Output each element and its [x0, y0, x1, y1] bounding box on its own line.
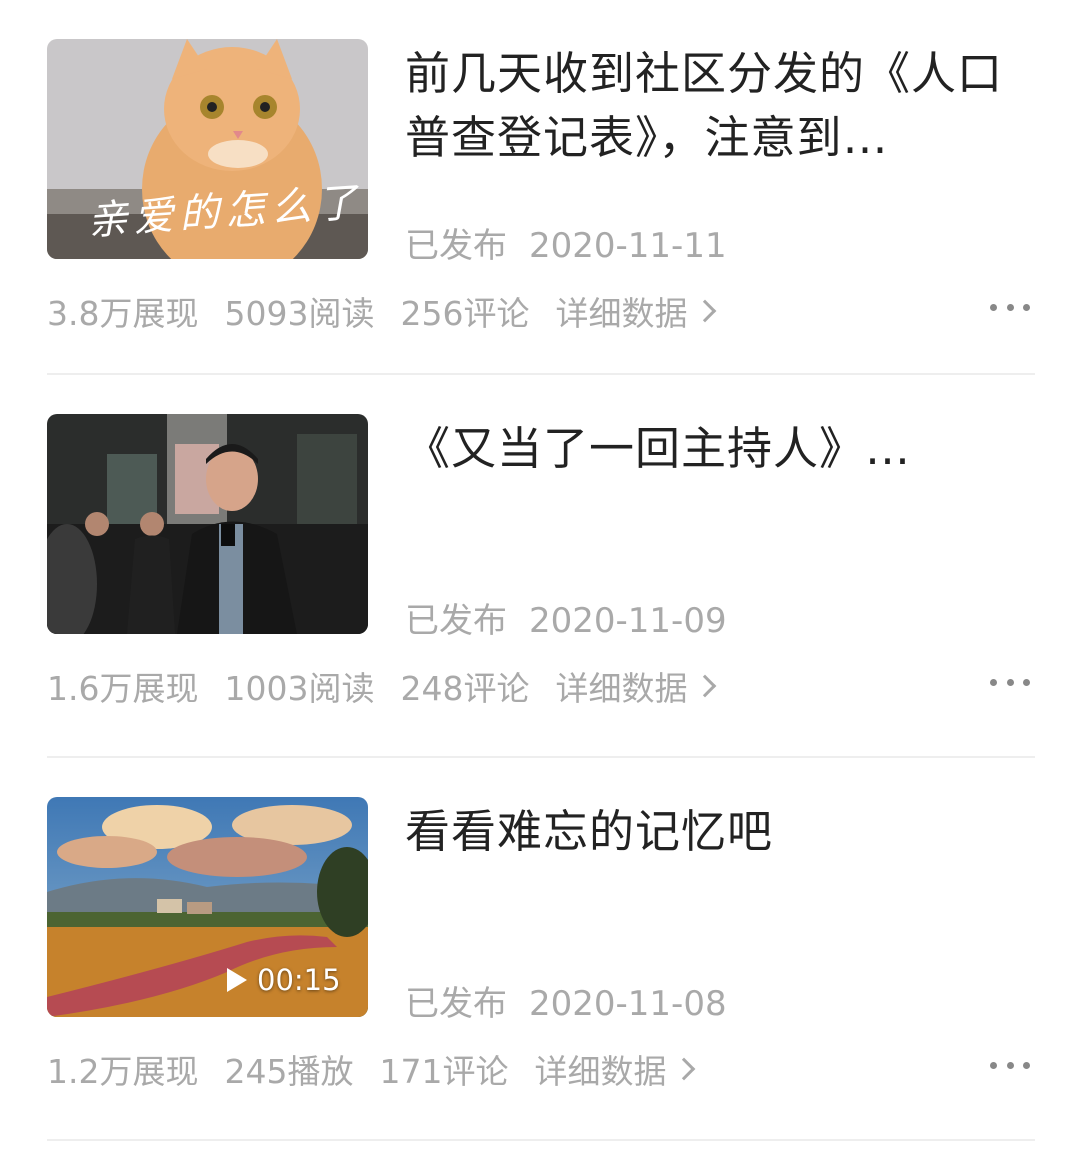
impressions-count: 1.2万展现 — [47, 1052, 199, 1091]
article-thumbnail[interactable] — [47, 414, 368, 634]
chevron-right-icon — [673, 1057, 696, 1081]
article-item[interactable]: 00:15 看看难忘的记忆吧 已发布 2020-11-08 1.2万展现 245播… — [0, 758, 1080, 1141]
article-item[interactable]: 《又当了一回主持人》… 已发布 2020-11-09 1.6万展现 1003阅读 … — [0, 375, 1080, 758]
article-title[interactable]: 看看难忘的记忆吧 — [405, 800, 1005, 864]
dot-icon — [1006, 678, 1014, 686]
status-label: 已发布 — [405, 984, 507, 1024]
impressions-count: 1.6万展现 — [47, 669, 199, 708]
reads-count: 5093阅读 — [224, 294, 375, 333]
impressions-count: 3.8万展现 — [47, 294, 199, 333]
video-duration: 00:15 — [257, 963, 341, 997]
detail-data-link[interactable]: 详细数据 — [555, 662, 717, 710]
comments-count: 256评论 — [400, 294, 530, 333]
more-options-button[interactable] — [990, 292, 1030, 322]
more-options-button[interactable] — [990, 667, 1030, 697]
dot-icon — [990, 678, 997, 686]
publish-date: 2020-11-08 — [529, 984, 727, 1024]
article-meta: 已发布 2020-11-08 — [405, 976, 727, 1025]
dot-icon — [1023, 678, 1030, 686]
dot-icon — [990, 1061, 997, 1069]
detail-data-link[interactable]: 详细数据 — [555, 287, 717, 335]
article-stats: 1.2万展现 245播放 171评论 详细数据 — [47, 1044, 1040, 1094]
article-meta: 已发布 2020-11-11 — [405, 218, 727, 267]
detail-data-link[interactable]: 详细数据 — [534, 1045, 696, 1093]
chevron-right-icon — [694, 299, 717, 323]
man-selfie-photo-icon — [47, 414, 368, 634]
article-item[interactable]: 亲爱的怎么了 前几天收到社区分发的《人口普查登记表》，注意到… 已发布 2020-… — [0, 0, 1080, 375]
chevron-right-icon — [694, 674, 717, 698]
article-thumbnail[interactable]: 亲爱的怎么了 — [47, 39, 368, 259]
detail-data-label: 详细数据 — [555, 294, 688, 333]
plays-count: 245播放 — [224, 1052, 354, 1091]
dot-icon — [990, 303, 997, 311]
dot-icon — [1006, 1061, 1014, 1069]
comments-count: 171评论 — [379, 1052, 509, 1091]
video-duration-badge: 00:15 — [227, 963, 341, 997]
article-meta: 已发布 2020-11-09 — [405, 593, 727, 642]
divider — [47, 1139, 1035, 1141]
publish-date: 2020-11-11 — [529, 226, 727, 266]
article-stats: 1.6万展现 1003阅读 248评论 详细数据 — [47, 661, 1040, 711]
play-icon — [227, 968, 247, 992]
status-label: 已发布 — [405, 601, 507, 641]
article-title[interactable]: 《又当了一回主持人》… — [405, 417, 1005, 481]
publish-date: 2020-11-09 — [529, 601, 727, 641]
status-label: 已发布 — [405, 226, 507, 266]
dot-icon — [1006, 303, 1014, 311]
detail-data-label: 详细数据 — [555, 669, 688, 708]
reads-count: 1003阅读 — [224, 669, 375, 708]
detail-data-label: 详细数据 — [534, 1052, 667, 1091]
dot-icon — [1023, 1061, 1030, 1069]
video-thumbnail[interactable]: 00:15 — [47, 797, 368, 1017]
article-stats: 3.8万展现 5093阅读 256评论 详细数据 — [47, 286, 1040, 336]
more-options-button[interactable] — [990, 1050, 1030, 1080]
comments-count: 248评论 — [400, 669, 530, 708]
dot-icon — [1023, 303, 1030, 311]
article-title[interactable]: 前几天收到社区分发的《人口普查登记表》，注意到… — [405, 42, 1005, 170]
